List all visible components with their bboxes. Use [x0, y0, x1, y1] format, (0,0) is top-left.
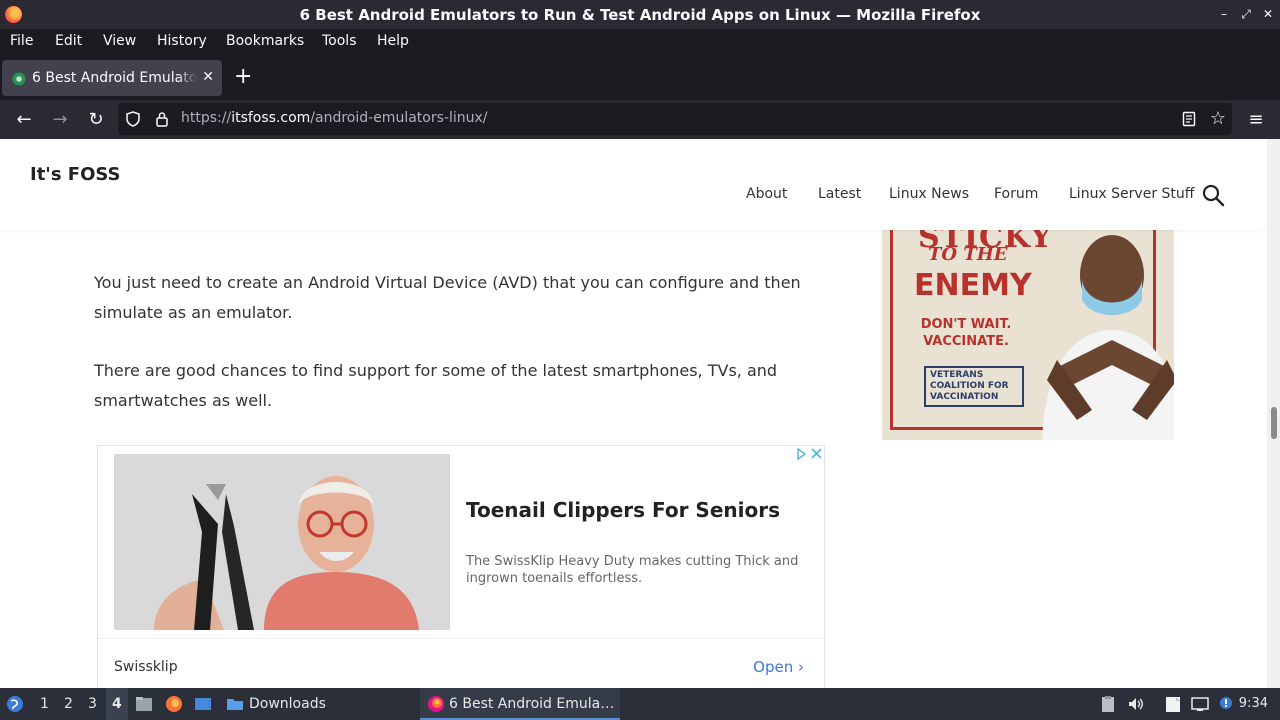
man-with-clippers-image [114, 454, 450, 630]
tab-close-icon[interactable]: ✕ [202, 69, 214, 85]
ad-sponsor: Swissklip [114, 659, 178, 675]
chevron-right-icon: › [798, 658, 804, 676]
article-paragraph: There are good chances to find support f… [94, 361, 778, 410]
tab-label: 6 Best Android Emulators [32, 70, 197, 86]
url-text[interactable]: https://itsfoss.com/android-emulators-li… [181, 110, 487, 126]
firefox-launcher-icon[interactable] [165, 695, 183, 713]
ad-line-to-the: TO THE [928, 244, 1008, 265]
ad-footer: Swissklip Open › [98, 638, 826, 688]
lock-icon[interactable] [155, 111, 169, 127]
page-scrollbar[interactable] [1267, 139, 1280, 688]
nav-forum[interactable]: Forum [994, 186, 1038, 202]
back-button[interactable]: ← [12, 108, 36, 132]
taskbar: 1 2 3 4 Downloads 6 Best Android Emula… [0, 688, 1280, 720]
app-menu-button[interactable]: ≡ [1244, 108, 1268, 132]
site-logo[interactable]: It's FOSS [30, 164, 121, 185]
ad-badge-veterans: VETERANS COALITION FOR VACCINATION [924, 366, 1024, 407]
new-tab-button[interactable]: + [234, 64, 252, 90]
minimize-button[interactable]: – [1215, 5, 1233, 23]
desktop-icon[interactable] [194, 695, 212, 713]
menu-edit[interactable]: Edit [55, 33, 82, 49]
window-titlebar: 6 Best Android Emulators to Run & Test A… [0, 0, 1280, 29]
masked-veteran-image [1042, 235, 1174, 440]
scrollbar-thumb[interactable] [1271, 407, 1277, 439]
itsfoss-favicon-icon [12, 72, 26, 86]
site-header: It's FOSS About Latest Linux News Forum … [0, 139, 1267, 230]
update-notification-icon[interactable] [1217, 695, 1235, 713]
ad-photo[interactable] [114, 454, 450, 630]
menu-file[interactable]: File [10, 33, 33, 49]
nav-latest[interactable]: Latest [818, 186, 861, 202]
forward-button[interactable]: → [48, 108, 72, 132]
search-icon[interactable] [1201, 183, 1225, 207]
menu-view[interactable]: View [103, 33, 136, 49]
file-manager-icon[interactable] [135, 695, 153, 713]
nav-about[interactable]: About [746, 186, 787, 202]
taskbar-clock[interactable]: 9:34 [1239, 696, 1268, 711]
menu-history[interactable]: History [157, 33, 207, 49]
workspace-2[interactable]: 2 [64, 696, 73, 712]
folder-icon [227, 699, 243, 710]
volume-icon[interactable] [1127, 695, 1145, 713]
window-title: 6 Best Android Emulators to Run & Test A… [299, 6, 981, 24]
vaccination-ad-banner[interactable]: STICKY TO THE ENEMY DON'T WAIT. VACCINAT… [882, 230, 1174, 440]
taskbar-window-title[interactable]: 6 Best Android Emula… [449, 696, 614, 712]
url-bar[interactable]: https://itsfoss.com/android-emulators-li… [118, 103, 1232, 135]
navigation-toolbar: ← → ↻ https://itsfoss.com/android-emulat… [0, 100, 1280, 139]
taskbar-downloads[interactable]: Downloads [249, 696, 326, 712]
tab-android-emulators[interactable]: 6 Best Android Emulators ✕ [2, 60, 222, 96]
close-window-button[interactable]: ✕ [1259, 5, 1277, 23]
ad-open-button[interactable]: Open › [753, 658, 804, 676]
nav-linux-server-stuff[interactable]: Linux Server Stuff [1069, 186, 1194, 202]
maximize-button[interactable]: ⤢ [1237, 5, 1255, 23]
menu-tools[interactable]: Tools [322, 33, 357, 49]
ad-line-enemy: ENEMY [914, 268, 1032, 303]
article-paragraph: You just need to create an Android Virtu… [94, 273, 801, 322]
ad-description: The SwissKlip Heavy Duty makes cutting T… [466, 554, 799, 586]
clipboard-icon[interactable] [1099, 695, 1117, 713]
ad-headline[interactable]: Toenail Clippers For Seniors [466, 498, 780, 522]
notes-icon[interactable] [1164, 695, 1182, 713]
tab-strip: 6 Best Android Emulators ✕ + [0, 56, 1280, 100]
reload-button[interactable]: ↻ [84, 108, 108, 132]
nav-linux-news[interactable]: Linux News [889, 186, 969, 202]
bookmark-star-icon[interactable]: ☆ [1210, 108, 1226, 129]
menu-bookmarks[interactable]: Bookmarks [226, 33, 304, 49]
native-ad[interactable]: Toenail Clippers For Seniors The SwissKl… [97, 445, 826, 688]
menu-help[interactable]: Help [377, 33, 409, 49]
menu-bar: File Edit View History Bookmarks Tools H… [0, 29, 1280, 56]
firefox-window-icon [428, 696, 444, 712]
tracking-protection-shield-icon[interactable] [126, 111, 140, 127]
adchoices-icon[interactable] [794, 446, 824, 462]
reader-view-icon[interactable] [1182, 111, 1196, 127]
workspace-4[interactable]: 4 [112, 696, 122, 712]
web-page: You just need to create an Android Virtu… [0, 139, 1267, 688]
ad-line-vaccinate: DON'T WAIT. VACCINATE. [920, 317, 1012, 349]
workspace-3[interactable]: 3 [88, 696, 97, 712]
start-menu-icon[interactable] [6, 695, 24, 713]
network-monitor-icon[interactable] [1191, 695, 1209, 713]
workspace-1[interactable]: 1 [40, 696, 49, 712]
